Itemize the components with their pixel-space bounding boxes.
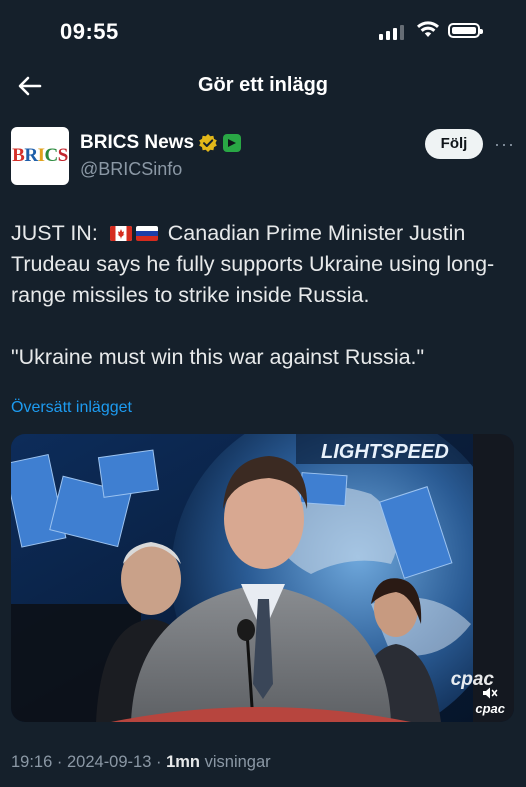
cellular-signal-icon bbox=[379, 24, 405, 40]
tweet-author: BRICS BRICS News @BRICSinfo Följ ··· bbox=[0, 120, 526, 192]
tweet-quote: "Ukraine must win this war against Russi… bbox=[11, 345, 425, 369]
meta-separator: · bbox=[56, 753, 63, 771]
tweet-body: JUST IN: Canadian Prime Minister Justin … bbox=[11, 218, 517, 373]
page-title: Gör ett inlägg bbox=[198, 74, 328, 96]
top-nav: Gör ett inlägg bbox=[0, 62, 526, 110]
verified-badge-icon bbox=[199, 134, 217, 152]
status-bar: 09:55 bbox=[0, 0, 526, 62]
translate-post-link[interactable]: Översätt inlägget bbox=[11, 399, 132, 417]
status-time: 09:55 bbox=[60, 19, 119, 44]
russia-flag-icon bbox=[135, 226, 158, 241]
mute-icon[interactable] bbox=[482, 686, 498, 700]
views-count: 1mn bbox=[166, 753, 201, 771]
tweet-media-image[interactable]: LIGHTSPEED cpac cpac bbox=[11, 434, 514, 722]
battery-icon bbox=[448, 23, 483, 38]
tweet-paragraph: JUST IN: Canadian Prime Minister Justin … bbox=[11, 218, 517, 311]
lightspeed-banner: LIGHTSPEED bbox=[321, 441, 449, 463]
meta-separator: · bbox=[155, 753, 162, 771]
author-handle[interactable]: @BRICSinfo bbox=[80, 159, 182, 180]
views-label: visningar bbox=[204, 753, 271, 771]
avatar[interactable]: BRICS bbox=[11, 127, 69, 185]
wifi-icon bbox=[417, 21, 439, 37]
tweet-time[interactable]: 19:16 bbox=[11, 753, 52, 771]
media-scene: LIGHTSPEED bbox=[11, 434, 514, 722]
tweet-date[interactable]: 2024-09-13 bbox=[67, 753, 151, 771]
avatar-logo-text: BRICS bbox=[12, 145, 68, 166]
tweet-prefix: JUST IN: bbox=[11, 221, 98, 245]
more-options-icon[interactable]: ··· bbox=[494, 134, 516, 154]
canada-flag-icon bbox=[109, 226, 132, 241]
name-row: BRICS News bbox=[80, 132, 242, 154]
author-display-name[interactable]: BRICS News bbox=[80, 132, 194, 154]
cpac-watermark-small: cpac bbox=[475, 701, 505, 716]
affiliate-badge-icon bbox=[223, 134, 242, 152]
follow-button[interactable]: Följ bbox=[425, 129, 483, 159]
tweet-meta: 19:16 · 2024-09-13 · 1mn visningar bbox=[11, 753, 271, 772]
